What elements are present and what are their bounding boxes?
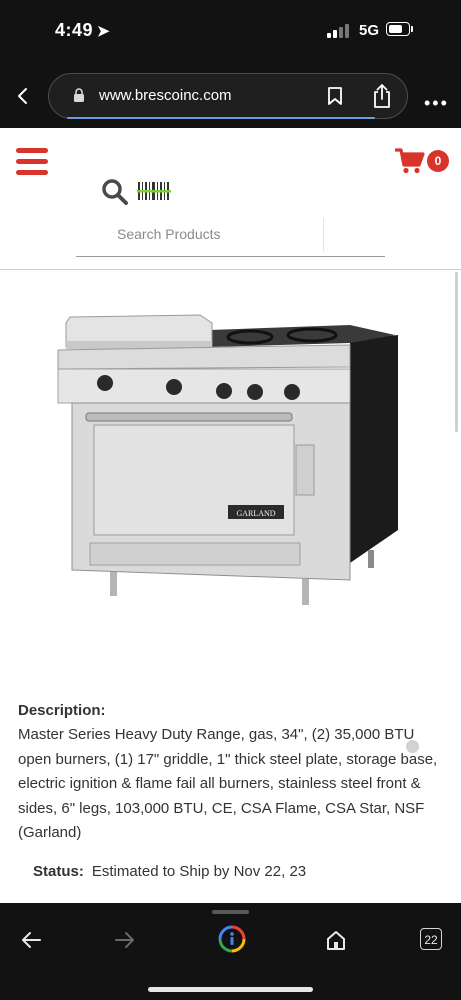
share-icon[interactable] [371, 83, 393, 109]
description-label: Description: [18, 702, 106, 719]
battery-icon [386, 22, 414, 38]
header-divider [0, 269, 461, 270]
sheet-handle[interactable] [212, 910, 249, 914]
status-value: Estimated to Ship by Nov 22, 23 [91, 863, 307, 880]
signal-strength-icon [327, 24, 353, 38]
browser-chrome: 4:49 ➤ 5G www.brescoinc.com ••• [0, 0, 461, 128]
search-input[interactable] [76, 214, 385, 254]
status-time-text: 4:49 [55, 20, 94, 40]
search-field[interactable] [76, 214, 385, 257]
lock-icon [74, 88, 84, 102]
cart-icon[interactable] [395, 148, 425, 174]
tab-count-button[interactable]: 22 [420, 928, 442, 950]
home-icon[interactable] [326, 929, 346, 951]
cart-count-badge[interactable]: 0 [427, 150, 449, 172]
home-indicator [148, 987, 313, 992]
search-icon[interactable] [101, 178, 129, 206]
bookmark-icon[interactable] [326, 86, 344, 106]
url-text: www.brescoinc.com [99, 87, 232, 104]
product-image[interactable]: GARLAND [50, 295, 410, 635]
search-divider [323, 218, 324, 252]
url-bar[interactable]: www.brescoinc.com [48, 73, 408, 119]
google-lens-icon[interactable] [218, 925, 246, 953]
scrollbar[interactable] [455, 272, 458, 432]
page-load-progress [67, 117, 375, 119]
bottom-toolbar: 22 [0, 903, 461, 1000]
hamburger-icon[interactable] [16, 148, 48, 176]
brand-plate: GARLAND [236, 509, 275, 518]
back-arrow-icon[interactable] [20, 930, 42, 950]
description-text: Master Series Heavy Duty Range, gas, 34"… [18, 726, 438, 841]
status-label: Status: [33, 863, 84, 880]
forward-arrow-icon[interactable] [114, 930, 136, 950]
status-time: 4:49 ➤ [55, 20, 110, 41]
scroll-to-top-icon[interactable] [406, 740, 419, 753]
status-row: Status: Estimated to Ship by Nov 22, 23 [33, 863, 306, 880]
more-options-icon[interactable]: ••• [424, 93, 449, 114]
browser-back-icon[interactable] [14, 86, 32, 106]
location-arrow-icon: ➤ [97, 23, 111, 40]
barcode-icon[interactable] [137, 181, 171, 201]
network-type: 5G [359, 22, 380, 39]
